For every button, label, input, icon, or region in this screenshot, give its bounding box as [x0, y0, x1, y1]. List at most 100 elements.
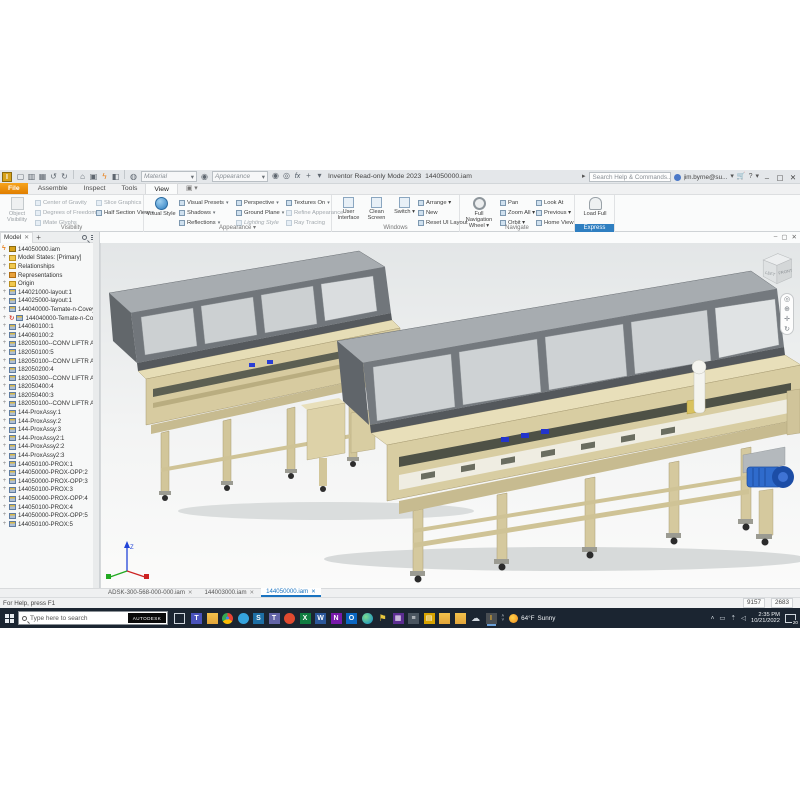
tree-item[interactable]: + ϟ ↻ 144050000-PROX-OPP:2 — [0, 468, 93, 477]
qat-customize-icon[interactable]: ▾ — [315, 170, 324, 182]
document-tab-close-icon[interactable]: ✕ — [250, 589, 255, 597]
doc-restore-icon[interactable]: ▢ — [781, 233, 787, 241]
help-search-input[interactable]: Search Help & Commands... — [589, 172, 671, 182]
nav-orbit-icon[interactable]: ↻ — [784, 325, 790, 333]
folder2-icon[interactable] — [439, 613, 450, 624]
capture-icon[interactable]: ▣ — [89, 171, 98, 183]
tree-expander[interactable]: + — [2, 376, 7, 381]
excel-icon[interactable]: X — [300, 613, 311, 624]
open-icon[interactable]: ▥ — [27, 171, 36, 183]
chrome-icon[interactable]: ● — [222, 613, 233, 624]
tree-expander[interactable]: + — [2, 427, 7, 432]
degrees-of-freedom-button[interactable]: Degrees of Freedom — [35, 208, 96, 217]
tree-item[interactable]: + ϟ ↻ 182050200:4 — [0, 365, 93, 374]
tree-item[interactable]: + ϟ ↻ 144-ProxAssy2:3 — [0, 451, 93, 460]
browser-tab-model[interactable]: Model✕ — [0, 232, 33, 243]
tree-item[interactable]: + ϟ ↻ 144-ProxAssy2:1 — [0, 434, 93, 443]
visual-presets-button[interactable]: Visual Presets▾ — [179, 198, 228, 207]
tree-item[interactable]: + ϟ ↻ 182050100:5 — [0, 348, 93, 357]
tree-item[interactable]: + ϟ ↻ 144050000-PROX-OPP:3 — [0, 477, 93, 486]
action-center-icon[interactable]: 20 — [785, 614, 796, 623]
tree-item[interactable]: + ϟ ↻ 144050100-PROX:5 — [0, 520, 93, 529]
tree-item[interactable]: + ϟ ↻ 144-ProxAssy:3 — [0, 425, 93, 434]
viewport-3d[interactable]: Z LEFT FRONT ◎ ⊕ ✛ ↻ — [100, 243, 800, 588]
weather-cloud-icon[interactable]: ☁ — [470, 613, 481, 624]
edge-icon[interactable] — [362, 613, 373, 624]
ribbon-tab[interactable]: View — [145, 183, 178, 194]
panel-label-appearance[interactable]: Appearance ▾ — [144, 224, 331, 232]
tree-expander[interactable]: + — [2, 255, 7, 260]
tree-expander[interactable]: + — [2, 479, 7, 484]
tree-expander[interactable]: + — [2, 281, 7, 286]
document-tab-close-icon[interactable]: ✕ — [311, 588, 316, 596]
tree-item[interactable]: + ϟ ↻ 144060100:1 — [0, 322, 93, 331]
doc-close-icon[interactable]: ✕ — [792, 233, 797, 241]
tree-item[interactable]: + ϟ ↻ Relationships — [0, 262, 93, 271]
help-icon[interactable]: ? — [749, 172, 753, 182]
tree-expander[interactable]: + — [2, 522, 7, 527]
previous-view-button[interactable]: Previous ▾ — [536, 208, 574, 217]
clean-screen-button[interactable]: Clean Screen — [363, 197, 390, 221]
nav-pan-icon[interactable]: ✛ — [784, 315, 790, 323]
tree-item[interactable]: + ϟ ↻ 144050100-PROX:4 — [0, 503, 93, 512]
book-icon[interactable]: ▤ — [424, 613, 435, 624]
upload-icon[interactable]: ⇡ — [731, 614, 736, 622]
speaker-icon[interactable]: ◁ — [741, 614, 746, 622]
undo-icon[interactable]: ↺ — [49, 171, 58, 183]
sticky-flag-icon[interactable]: ⚑ — [377, 613, 388, 624]
tree-expander[interactable]: + — [2, 513, 7, 518]
inventor-taskbar-icon[interactable]: I — [486, 613, 497, 624]
ribbon-tab[interactable]: Tools — [113, 183, 145, 194]
tree-expander[interactable]: + — [2, 350, 7, 355]
browser-add-tab-button[interactable]: + — [36, 233, 41, 242]
tree-expander[interactable]: + — [2, 462, 7, 467]
shadows-button[interactable]: Shadows▾ — [179, 208, 228, 217]
hidden-icons-chevron[interactable]: ˄ — [711, 615, 715, 622]
load-full-button[interactable]: Load Full — [580, 197, 610, 217]
adjust-icon[interactable]: ◉ — [271, 170, 280, 182]
tree-item[interactable]: + ϟ ↻ 144040000-Temate-n-Coveyors-RH:1 — [0, 314, 93, 323]
task-view-icon[interactable] — [174, 613, 185, 624]
taskbar-clock[interactable]: 2:35 PM 10/21/2022 — [751, 612, 780, 625]
tree-item[interactable]: + ϟ ↻ 144-ProxAssy:1 — [0, 408, 93, 417]
tree-expander[interactable]: + — [2, 333, 7, 338]
tree-expander[interactable]: + — [2, 264, 7, 269]
appearance-combo[interactable]: Appearance▾ — [212, 171, 268, 182]
tree-item[interactable]: + ϟ ↻ Model States: [Primary] — [0, 254, 93, 263]
tree-expander[interactable]: + — [2, 453, 7, 458]
tree-item[interactable]: + ϟ ↻ 182050400:3 — [0, 391, 93, 400]
doc-minimize-icon[interactable]: – — [774, 233, 778, 241]
appearance-sphere-icon[interactable]: ◉ — [200, 171, 209, 183]
center-of-gravity-button[interactable]: Center of Gravity — [35, 198, 96, 207]
tree-item[interactable]: + ϟ ↻ Representations — [0, 271, 93, 280]
tree-expander[interactable]: + — [2, 384, 7, 389]
tree-item[interactable]: + ϟ ↻ 144025000-layout:1 — [0, 297, 93, 306]
separator[interactable] — [73, 170, 74, 179]
perspective-button[interactable]: Perspective▾ — [236, 198, 284, 207]
redo-icon[interactable]: ↻ — [60, 171, 69, 183]
tree-expander[interactable]: + — [2, 444, 7, 449]
ribbon-tab[interactable]: Inspect — [76, 183, 114, 194]
browser-tab-close-icon[interactable]: ✕ — [24, 233, 29, 243]
tree-expander[interactable]: + — [2, 393, 7, 398]
teams-icon[interactable]: T — [191, 613, 202, 624]
tree-expander[interactable]: + — [2, 505, 7, 510]
tree-expander[interactable]: + — [2, 298, 7, 303]
object-visibility-button[interactable]: Object Visibility — [2, 197, 32, 223]
tree-item[interactable]: + ϟ ↻ 144050000-PROX-OPP:5 — [0, 511, 93, 520]
outlook-icon[interactable]: O — [346, 613, 357, 624]
ground-plane-button[interactable]: Ground Plane▾ — [236, 208, 284, 217]
weather-widget[interactable]: 64°F Sunny — [509, 614, 555, 623]
restore-button[interactable]: ▢ — [775, 173, 785, 182]
file-explorer-icon[interactable] — [207, 613, 218, 624]
tree-expander[interactable]: + — [2, 419, 7, 424]
document-tab[interactable]: 144050000.iam ✕ — [261, 588, 321, 597]
tree-expander[interactable]: + — [2, 367, 7, 372]
parameters-fx-icon[interactable]: fx — [293, 171, 302, 183]
tree-item[interactable]: + ϟ ↻ 144050000-PROX-OPP:4 — [0, 494, 93, 503]
tree-expander[interactable]: + — [2, 470, 7, 475]
document-tab[interactable]: 144003000.iam ✕ — [200, 588, 260, 597]
store-cart-icon[interactable]: 🛒 — [737, 172, 746, 182]
tree-item[interactable]: + ϟ ↻ 182050100--CONV LIFTR ASSY:4 — [0, 400, 93, 409]
teams-classic-icon[interactable]: T — [269, 613, 280, 624]
